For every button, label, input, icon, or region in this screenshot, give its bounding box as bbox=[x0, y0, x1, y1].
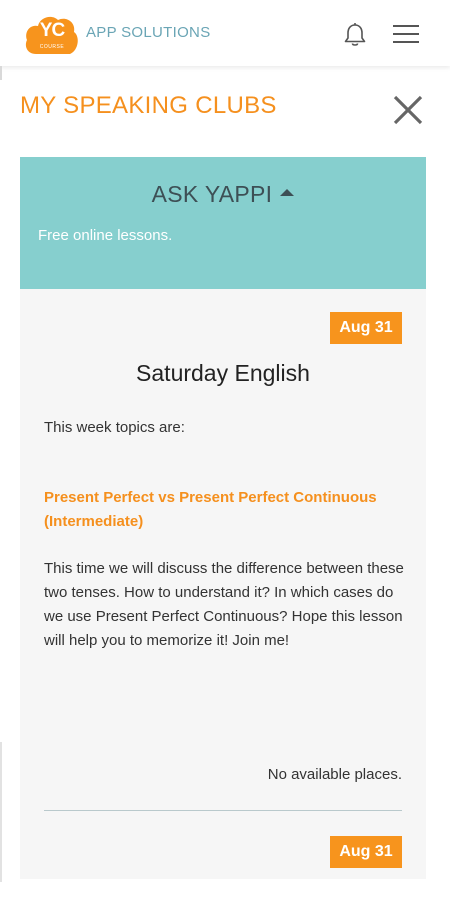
caret-up-icon bbox=[280, 189, 295, 197]
brand-name[interactable]: APP SOLUTIONS bbox=[86, 24, 211, 41]
edge-divider bbox=[0, 66, 2, 80]
club-group-title[interactable]: ASK YAPPI bbox=[20, 181, 426, 208]
event-divider bbox=[44, 810, 402, 811]
app-header: YC COURSE APP SOLUTIONS bbox=[0, 0, 450, 66]
bell-icon[interactable] bbox=[344, 22, 366, 48]
logo-text: YC bbox=[39, 20, 65, 41]
date-badge: Aug 31 bbox=[330, 836, 402, 868]
date-badge: Aug 31 bbox=[330, 312, 402, 344]
club-group-title-text: ASK YAPPI bbox=[151, 181, 273, 207]
event-title: Saturday English bbox=[136, 360, 310, 386]
event-intro: This week topics are: bbox=[44, 419, 185, 436]
event-topic: Present Perfect vs Present Perfect Conti… bbox=[44, 489, 377, 530]
club-group-header[interactable]: ASK YAPPI Free online lessons. bbox=[20, 157, 426, 289]
page-title: MY SPEAKING CLUBS bbox=[20, 92, 277, 119]
close-icon[interactable] bbox=[392, 94, 424, 126]
edge-divider bbox=[0, 742, 2, 882]
event-description: This time we will discuss the difference… bbox=[44, 560, 404, 649]
yc-logo[interactable]: YC COURSE bbox=[24, 12, 80, 58]
logo-subtext: COURSE bbox=[39, 44, 65, 50]
availability-status: No available places. bbox=[267, 766, 402, 783]
club-panel: ASK YAPPI Free online lessons. Aug 31 Sa… bbox=[20, 157, 426, 879]
club-group-subtitle: Free online lessons. bbox=[38, 227, 173, 244]
hamburger-menu-icon[interactable] bbox=[392, 24, 420, 44]
